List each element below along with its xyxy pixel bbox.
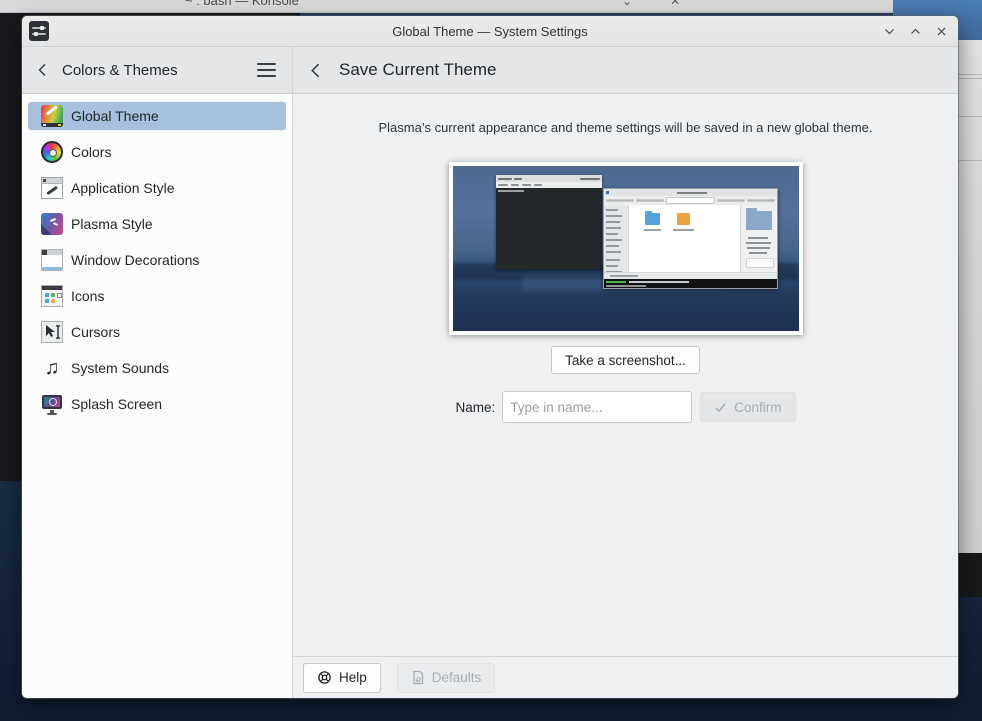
background-konsole-title: ~ : bash — Konsole: [185, 0, 299, 8]
sidebar-item-global-theme[interactable]: Global Theme: [28, 102, 286, 130]
background-right-terminal-strip: [955, 553, 982, 597]
back-icon[interactable]: [307, 61, 326, 80]
window-decorations-icon: [41, 249, 63, 271]
preview-terminal-window: [496, 175, 602, 269]
preview-blue-folder-icon: [645, 213, 660, 225]
checkmark-icon: [714, 401, 727, 414]
maximize-icon[interactable]: [908, 24, 922, 38]
preview-fm-view: [629, 205, 740, 272]
take-screenshot-button[interactable]: Take a screenshot...: [551, 346, 700, 374]
defaults-document-icon: [411, 670, 425, 685]
hamburger-menu-icon[interactable]: [253, 59, 280, 81]
footer-bar: Help Defaults: [293, 656, 958, 698]
icons-grid-icon: [41, 285, 63, 307]
sidebar-item-label: Colors: [71, 144, 111, 160]
sidebar-item-system-sounds[interactable]: ♫ System Sounds: [28, 354, 286, 382]
divider: [956, 160, 982, 161]
global-theme-icon: [41, 105, 63, 127]
sidebar-item-window-decorations[interactable]: Window Decorations: [28, 246, 286, 274]
sidebar-item-icons[interactable]: Icons: [28, 282, 286, 310]
preview-terminal-strip: [604, 279, 777, 288]
sidebar-item-plasma-style[interactable]: Plasma Style: [28, 210, 286, 238]
divider: [956, 74, 982, 75]
divider: [956, 78, 982, 79]
name-row: Name: Confirm: [455, 391, 795, 423]
window-title: Global Theme — System Settings: [22, 24, 958, 39]
defaults-button[interactable]: Defaults: [397, 663, 496, 693]
splash-screen-icon: [41, 393, 63, 415]
main-panel: Save Current Theme Plasma’s current appe…: [293, 47, 958, 698]
sidebar-item-cursors[interactable]: Cursors: [28, 318, 286, 346]
page-title: Save Current Theme: [339, 60, 496, 80]
help-lifering-icon: [317, 670, 332, 685]
settings-nav: Global Theme Colors Application Style: [22, 94, 292, 434]
sidebar-item-label: Cursors: [71, 324, 120, 340]
sidebar-item-label: Window Decorations: [71, 252, 199, 268]
sidebar-item-label: Application Style: [71, 180, 175, 196]
main-content: Plasma’s current appearance and theme se…: [293, 94, 958, 656]
color-wheel-icon: [41, 141, 63, 163]
preview-fm-sidebar: [604, 205, 629, 272]
name-label: Name:: [455, 400, 495, 415]
preview-filemanager-window: [603, 188, 778, 289]
sidebar-item-splash-screen[interactable]: Splash Screen: [28, 390, 286, 418]
background-konsole-window-controls: ⌄⌃✕: [622, 0, 694, 8]
help-button[interactable]: Help: [303, 663, 381, 693]
minimize-icon[interactable]: [882, 24, 896, 38]
sidebar-item-application-style[interactable]: Application Style: [28, 174, 286, 202]
preview-orange-folder-icon: [677, 213, 690, 225]
sidebar-header: Colors & Themes: [22, 47, 292, 94]
preview-fm-info-panel: [740, 205, 777, 272]
background-right-window: [955, 40, 982, 553]
theme-preview-thumbnail: [449, 162, 803, 335]
sidebar-item-label: Plasma Style: [71, 216, 153, 232]
background-konsole-titlebar: ~ : bash — Konsole ⌄⌃✕: [0, 0, 893, 13]
app-sliders-icon: [29, 21, 49, 41]
sidebar-item-label: Global Theme: [71, 108, 159, 124]
preview-folder-preview-icon: [746, 211, 772, 230]
theme-name-input[interactable]: [502, 391, 692, 423]
confirm-button[interactable]: Confirm: [700, 392, 795, 422]
sidebar-item-label: System Sounds: [71, 360, 169, 376]
main-header: Save Current Theme: [293, 47, 958, 94]
divider: [956, 116, 982, 117]
sidebar: Colors & Themes Global Theme Colors: [22, 47, 293, 698]
sidebar-item-label: Icons: [71, 288, 104, 304]
titlebar[interactable]: Global Theme — System Settings: [22, 16, 958, 47]
close-icon[interactable]: [934, 24, 948, 38]
description-text: Plasma’s current appearance and theme se…: [378, 120, 872, 135]
system-settings-window: Global Theme — System Settings: [22, 16, 958, 698]
cursors-icon: [41, 321, 63, 343]
application-style-icon: [41, 177, 63, 199]
sidebar-item-label: Splash Screen: [71, 396, 162, 412]
plasma-style-icon: [41, 213, 63, 235]
music-note-icon: ♫: [41, 357, 63, 379]
back-icon[interactable]: [34, 61, 52, 79]
sidebar-item-colors[interactable]: Colors: [28, 138, 286, 166]
desktop: ~ : bash — Konsole ⌄⌃✕ Global Theme — Sy…: [0, 0, 982, 721]
sidebar-title: Colors & Themes: [62, 62, 253, 79]
